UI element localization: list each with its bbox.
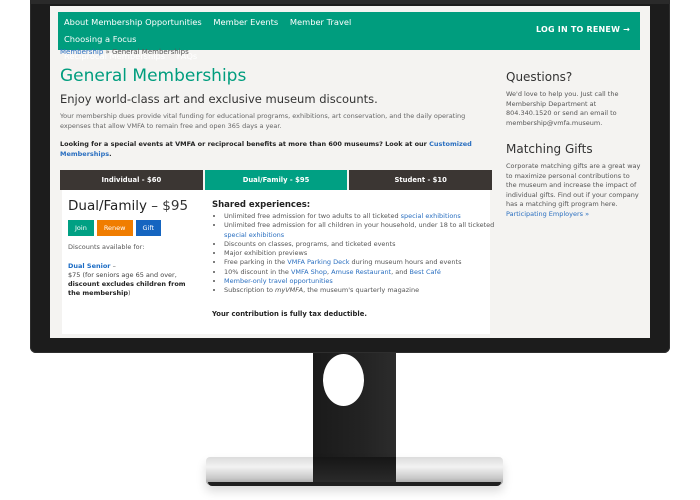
list-item: Unlimited free admission for all childre… (224, 221, 496, 240)
questions-body: We'd love to help you. Just call the Mem… (506, 90, 619, 127)
item-text: , and (391, 267, 410, 276)
parking-deck-link[interactable]: VMFA Parking Deck (287, 258, 349, 266)
tab-dual-family[interactable]: Dual/Family - $95 (204, 170, 348, 195)
item-text: Major exhibition previews (224, 249, 308, 258)
renew-button[interactable]: Renew (96, 220, 133, 236)
participating-employers-link[interactable]: Participating Employers » (506, 210, 589, 218)
member-travel-link[interactable]: Member-only travel opportunities (224, 277, 333, 285)
discount-exclusion: discount excludes children from the memb… (68, 280, 186, 297)
best-cafe-link[interactable]: Best Café (410, 268, 441, 276)
questions-title: Questions? (506, 70, 573, 84)
nav-about-membership[interactable]: About Membership Opportunities (64, 17, 202, 27)
item-text: Free parking in the (224, 258, 288, 267)
list-item: Discounts on classes, programs, and tick… (224, 240, 496, 249)
item-text: 10% discount in the (224, 267, 291, 276)
matching-gifts-text: Corporate matching gifts are a great way… (506, 162, 641, 208)
cta-text: Looking for a special events at VMFA or … (60, 140, 430, 148)
monitor-top-edge (30, 0, 670, 4)
dual-senior-description: $75 (for seniors age 65 and over, discou… (68, 271, 198, 298)
discounts-label: Discounts available for: (68, 243, 145, 251)
cable-hole (323, 354, 364, 406)
list-item: Subscription to myVMFA, the museum's qua… (224, 286, 496, 295)
discount-text: $75 (for seniors age 65 and over, (68, 271, 177, 279)
nav-member-travel[interactable]: Member Travel (290, 17, 351, 27)
shared-experiences-list: Unlimited free admission for two adults … (212, 212, 496, 296)
customized-cta: Looking for a special events at VMFA or … (60, 140, 490, 159)
amuse-restaurant-link[interactable]: Amuse Restaurant (331, 268, 391, 276)
item-text: Subscription to (224, 286, 276, 295)
breadcrumb-separator: » (103, 48, 112, 56)
magazine-name: myVMFA (275, 286, 304, 295)
plan-name: Dual/Family (68, 198, 147, 214)
cta-end: . (109, 149, 112, 158)
item-text: Unlimited free admission for two adults … (224, 212, 401, 220)
matching-gifts-title: Matching Gifts (506, 142, 593, 156)
item-text: Discounts on classes, programs, and tick… (224, 239, 396, 248)
join-button[interactable]: Join (68, 220, 94, 236)
plan-panel: Dual/Family – $95 Join Renew Gift Discou… (62, 190, 494, 334)
special-exhibitions-link[interactable]: special exhibitions (401, 212, 461, 220)
vmfa-shop-link[interactable]: VMFA Shop (291, 268, 327, 276)
intro-text: Your membership dues provide vital fundi… (60, 112, 466, 130)
base-edge (208, 482, 501, 486)
plan-title: Dual/Family – $95 (68, 198, 188, 214)
tab-student[interactable]: Student - $10 (349, 170, 493, 190)
list-item: Major exhibition previews (224, 249, 496, 258)
breadcrumb-membership[interactable]: Membership (60, 48, 103, 56)
page-title: General Memberships (60, 66, 247, 86)
dual-senior-name[interactable]: Dual Senior (68, 262, 111, 270)
top-navigation: About Membership Opportunities Member Ev… (58, 12, 640, 61)
page-subtitle: Enjoy world-class art and exclusive muse… (60, 92, 378, 106)
special-exhibitions-link[interactable]: special exhibitions (224, 231, 284, 239)
login-to-renew-link[interactable]: LOG IN TO RENEW → (536, 25, 630, 34)
nav-choosing-focus[interactable]: Choosing a Focus (64, 34, 136, 44)
membership-tabs: Individual - $60 Dual/Family - $95 Stude… (60, 170, 493, 195)
nav-member-events[interactable]: Member Events (213, 17, 278, 27)
plan-price: – $95 (146, 198, 189, 214)
stand-joint (313, 457, 396, 482)
list-item: Member-only travel opportunities (224, 277, 496, 286)
list-item: Free parking in the VMFA Parking Deck du… (224, 258, 496, 267)
shared-experiences-title: Shared experiences: (212, 200, 311, 210)
breadcrumb: Membership » General Memberships (60, 48, 189, 56)
item-text: , the museum's quarterly magazine (303, 286, 420, 295)
discount-end: ) (128, 289, 131, 297)
dual-senior-link[interactable]: Dual Senior – (68, 262, 116, 270)
dual-senior-dash: – (110, 262, 116, 270)
gift-button[interactable]: Gift (135, 220, 162, 236)
browser-screen: About Membership Opportunities Member Ev… (50, 6, 650, 338)
tab-individual[interactable]: Individual - $60 (60, 170, 203, 190)
nav-links: About Membership Opportunities Member Ev… (64, 14, 364, 65)
list-item: Unlimited free admission for two adults … (224, 212, 496, 221)
tax-deductible-note: Your contribution is fully tax deductibl… (212, 310, 367, 318)
plan-actions: Join Renew Gift (68, 220, 162, 236)
matching-gifts-body: Corporate matching gifts are a great way… (506, 162, 642, 219)
breadcrumb-current: General Memberships (112, 48, 189, 56)
list-item: 10% discount in the VMFA Shop, Amuse Res… (224, 268, 496, 277)
item-text: Unlimited free admission for all childre… (224, 221, 495, 230)
item-text: during museum hours and events (349, 258, 462, 267)
